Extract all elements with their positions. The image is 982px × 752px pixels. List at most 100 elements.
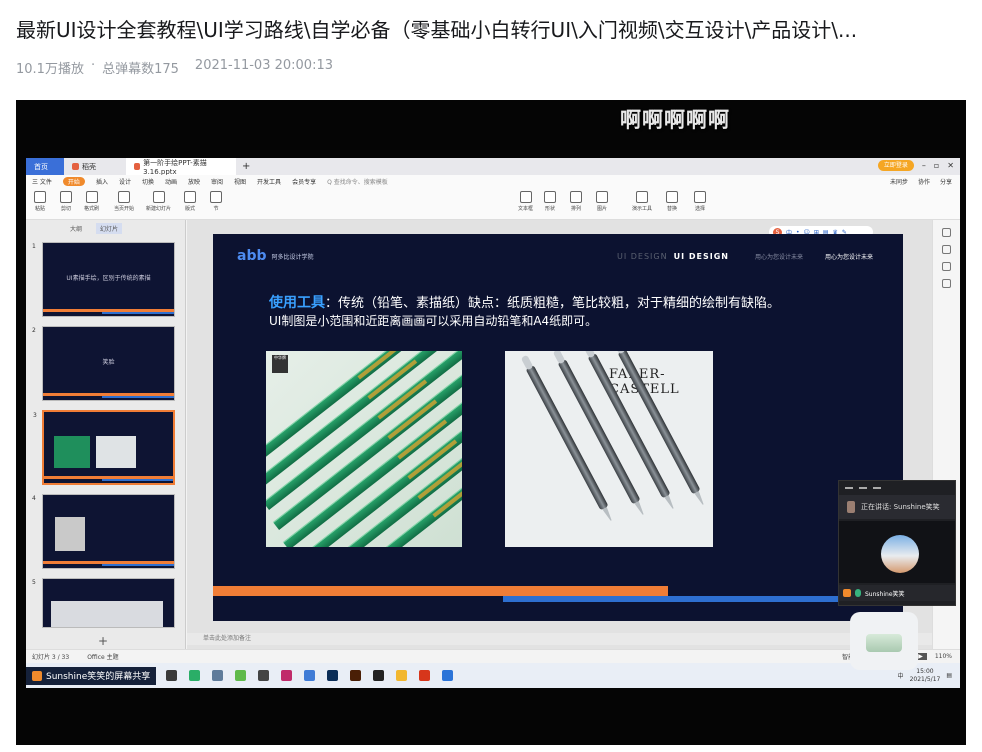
layout-icon[interactable]: [859, 487, 867, 489]
animation-icon[interactable]: [942, 262, 951, 271]
sync-status[interactable]: 未同步: [890, 177, 908, 186]
textbox-icon: [519, 191, 532, 203]
menu-slideshow[interactable]: 放映: [188, 177, 200, 186]
tab-docer[interactable]: 稻壳: [64, 158, 126, 175]
tab-home[interactable]: 首页: [26, 158, 64, 175]
notes-placeholder[interactable]: 单击此处添加备注: [187, 633, 932, 645]
slogan-dim: 用心为您设计未来: [755, 254, 804, 261]
zoom-level[interactable]: 110%: [935, 653, 952, 660]
slide-thumbnail[interactable]: 2 笑脸: [32, 326, 175, 401]
select-button[interactable]: 选择: [694, 191, 706, 212]
folder-icon[interactable]: [396, 670, 408, 681]
meeting-window[interactable]: 正在讲话: Sunshine笑笑 Sunshine笑笑: [838, 480, 956, 606]
slide-number: 3: [33, 412, 37, 419]
window-controls: 立即登录 – ▫ ✕: [877, 160, 954, 171]
replace-button[interactable]: 替换: [666, 191, 678, 212]
mic-icon: [855, 589, 861, 597]
menu-icon[interactable]: [873, 487, 881, 489]
menu-insert[interactable]: 插入: [96, 177, 108, 186]
new-slide-button[interactable]: 新建幻灯片: [146, 191, 171, 212]
wps-menubar: 三 文件 开始 插入 设计 切换 动画 放映 审阅 视图 开发工具 会员专享 Q…: [26, 175, 960, 188]
share-button[interactable]: 分享: [940, 177, 952, 186]
cut-icon: [60, 191, 72, 203]
current-slide[interactable]: abb 阿多比设计学院 UI DESIGN UI DESIGN 用心为您设计未来 …: [213, 234, 903, 621]
play-icon: [118, 191, 130, 203]
illustrator-icon[interactable]: [350, 670, 362, 681]
video-player[interactable]: 啊啊啊啊啊 首页 稻壳 第一阶手绘PPT-素描3.16.pptx + 立即登录 …: [16, 100, 966, 745]
meeting-icon[interactable]: [442, 670, 454, 681]
new-slide-label: 新建幻灯片: [146, 206, 172, 212]
danmaku-comment: 啊啊啊啊啊: [620, 108, 730, 132]
tab-outline[interactable]: 大纲: [70, 224, 82, 233]
cut-button[interactable]: 剪切: [60, 191, 72, 212]
school-logo: abb 阿多比设计学院: [237, 248, 314, 264]
paste-icon: [34, 191, 46, 203]
collab-button[interactable]: 协作: [918, 177, 930, 186]
input-lang[interactable]: 中: [898, 671, 904, 680]
slide-thumbnail[interactable]: 5: [32, 578, 175, 628]
close-icon[interactable]: ✕: [947, 161, 954, 170]
paste-button[interactable]: 粘贴: [34, 191, 46, 212]
section-button[interactable]: 节: [210, 191, 222, 212]
minimize-icon[interactable]: [845, 487, 853, 489]
textbox-button[interactable]: 文本框: [518, 191, 533, 212]
slide-subline: UI制图是小范围和近距离画画可以采用自动铅笔和A4纸即可。: [269, 314, 598, 328]
pptx-icon: [134, 163, 141, 170]
slogan-bright: 用心为您设计未来: [825, 254, 874, 261]
help-icon[interactable]: [942, 279, 951, 288]
layout-label: 版式: [184, 206, 195, 212]
meeting-window-controls: [839, 481, 955, 495]
arrange-icon: [570, 191, 582, 203]
slide-editor: S 中 • ☺ ⊞ ▤ ♛ ✎ abb 阿多比设计学院 UI DESIGN UI …: [187, 220, 932, 663]
wps-icon[interactable]: [419, 670, 431, 681]
menu-review[interactable]: 审阅: [211, 177, 223, 186]
tab-slides[interactable]: 幻灯片: [96, 222, 123, 234]
slide-thumbnail[interactable]: 1 UI素描手绘，区别于传统的素描: [32, 242, 175, 317]
menu-start[interactable]: 开始: [62, 177, 85, 186]
command-search[interactable]: Q 查找命令、搜索模板: [327, 177, 388, 186]
tab-document[interactable]: 第一阶手绘PPT-素描3.16.pptx: [126, 158, 236, 176]
menu-design[interactable]: 设计: [119, 177, 131, 186]
play-from-current-button[interactable]: 当页开始: [114, 191, 134, 212]
app-icon[interactable]: [235, 670, 247, 681]
xd-icon[interactable]: [281, 670, 293, 681]
app-icon[interactable]: [212, 670, 224, 681]
thumbnail-pens-image: [96, 436, 136, 468]
restore-icon[interactable]: ▫: [934, 161, 939, 170]
menu-member[interactable]: 会员专享: [292, 177, 316, 186]
presentation-tools-button[interactable]: 演示工具: [632, 191, 652, 212]
menu-file[interactable]: 三 文件: [32, 177, 52, 186]
new-tab-button[interactable]: +: [242, 161, 250, 172]
properties-icon[interactable]: [942, 228, 951, 237]
style-icon[interactable]: [942, 245, 951, 254]
picture-button[interactable]: 图片: [596, 191, 608, 212]
menu-transition[interactable]: 切换: [142, 177, 154, 186]
menu-animation[interactable]: 动画: [165, 177, 177, 186]
arrange-button[interactable]: 排列: [570, 191, 582, 212]
app-icon[interactable]: [373, 670, 385, 681]
tab-docer-label: 稻壳: [82, 162, 96, 171]
app-icon[interactable]: [304, 670, 316, 681]
add-slide-button[interactable]: +: [98, 634, 108, 648]
shape-button[interactable]: 形状: [544, 191, 556, 212]
menu-devtools[interactable]: 开发工具: [257, 177, 281, 186]
app-icon[interactable]: [166, 670, 178, 681]
textbox-label: 文本框: [518, 206, 534, 212]
photoshop-icon[interactable]: [327, 670, 339, 681]
login-badge[interactable]: 立即登录: [877, 160, 914, 171]
slide-thumbnail-selected[interactable]: 3: [33, 410, 175, 485]
floating-app-bubble[interactable]: [850, 612, 918, 670]
format-painter-button[interactable]: 格式刷: [84, 191, 99, 212]
replace-label: 替换: [666, 206, 677, 212]
minimize-icon[interactable]: –: [922, 161, 926, 170]
system-clock[interactable]: 15:00 2021/5/17: [910, 668, 941, 684]
layout-button[interactable]: 版式: [184, 191, 196, 212]
tab-home-label: 首页: [34, 162, 48, 171]
app-icon[interactable]: [258, 670, 270, 681]
slide-thumbnail[interactable]: 4: [32, 494, 175, 569]
slide-number: 5: [32, 579, 36, 586]
notification-icon[interactable]: ▤: [946, 672, 952, 679]
menu-view[interactable]: 视图: [234, 177, 246, 186]
slide-thumbnail-caption: UI素描手绘，区别于传统的素描: [66, 275, 151, 282]
wechat-icon[interactable]: [189, 670, 201, 681]
